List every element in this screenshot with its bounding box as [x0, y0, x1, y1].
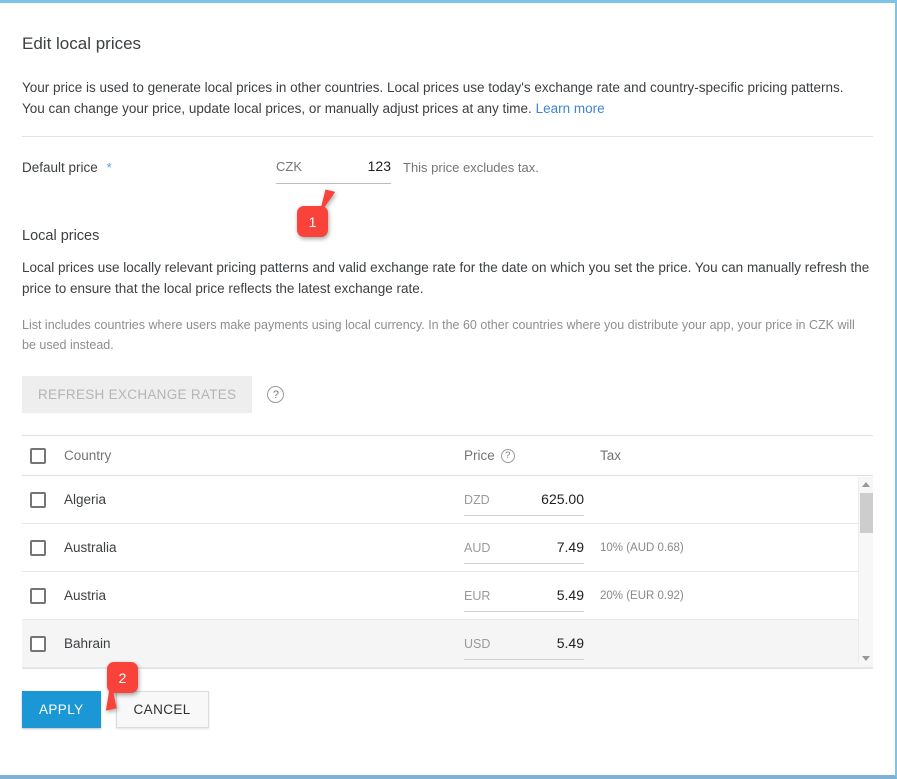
default-price-field[interactable]: CZK	[276, 158, 391, 184]
row-country: Bahrain	[64, 636, 464, 651]
annotation-marker-2-tail	[88, 681, 116, 713]
apply-button[interactable]: APPLY	[22, 691, 101, 728]
divider	[22, 136, 873, 137]
table-row[interactable]: Bahrain USD	[22, 620, 873, 668]
default-price-currency: CZK	[276, 159, 302, 174]
column-header-country: Country	[64, 448, 464, 463]
column-header-price: Price ?	[464, 448, 584, 463]
local-prices-table: Country Price ? Tax Algeria DZD Australi…	[22, 435, 873, 668]
close-icon[interactable]: close-icon	[859, 12, 885, 38]
default-price-tax-note: This price excludes tax.	[403, 160, 539, 175]
row-price-currency: AUD	[464, 541, 490, 555]
row-price-field[interactable]: DZD	[464, 491, 584, 516]
row-country: Algeria	[64, 492, 464, 507]
page-title: Edit local prices	[0, 3, 895, 54]
refresh-exchange-rates-row: REFRESH EXCHANGE RATES ?	[22, 376, 873, 413]
edit-local-prices-dialog: close-icon Edit local prices Your price …	[0, 0, 897, 779]
row-country: Australia	[64, 540, 464, 555]
row-price-field[interactable]: AUD	[464, 539, 584, 564]
row-tax: 10% (AUD 0.68)	[584, 542, 873, 554]
table-row[interactable]: Austria EUR 20% (EUR 0.92)	[22, 572, 873, 620]
row-price-input[interactable]	[514, 587, 584, 603]
row-price-input[interactable]	[514, 491, 584, 507]
annotation-marker-2: 2	[107, 662, 138, 693]
local-prices-note: List includes countries where users make…	[22, 315, 872, 355]
default-price-input[interactable]	[331, 158, 391, 174]
dialog-description: Your price is used to generate local pri…	[22, 77, 867, 119]
table-scrollbar[interactable]	[858, 477, 873, 665]
local-prices-description: Local prices use locally relevant pricin…	[22, 257, 872, 299]
row-checkbox[interactable]	[30, 588, 46, 604]
row-price-currency: DZD	[464, 493, 490, 507]
table-row[interactable]: Algeria DZD	[22, 476, 873, 524]
dialog-description-text: Your price is used to generate local pri…	[22, 80, 844, 116]
local-prices-heading: Local prices	[22, 228, 873, 244]
default-price-label-text: Default price	[22, 160, 98, 175]
chevron-down-icon[interactable]	[859, 651, 873, 665]
refresh-exchange-rates-button[interactable]: REFRESH EXCHANGE RATES	[22, 376, 252, 413]
table-header-row: Country Price ? Tax	[22, 436, 873, 476]
column-header-price-label: Price	[464, 448, 495, 463]
row-checkbox[interactable]	[30, 636, 46, 652]
chevron-up-icon[interactable]	[859, 477, 873, 491]
row-price-field[interactable]: USD	[464, 635, 584, 660]
row-price-input[interactable]	[514, 539, 584, 555]
cancel-button[interactable]: CANCEL	[116, 691, 209, 728]
column-header-tax: Tax	[584, 448, 873, 463]
required-asterisk: *	[107, 160, 112, 175]
default-price-row: Default price * CZK This price excludes …	[0, 160, 895, 228]
scrollbar-thumb[interactable]	[860, 493, 873, 533]
learn-more-link[interactable]: Learn more	[536, 101, 605, 116]
row-price-currency: USD	[464, 637, 490, 651]
row-price-currency: EUR	[464, 589, 490, 603]
annotation-marker-1: 1	[297, 206, 328, 237]
row-checkbox[interactable]	[30, 540, 46, 556]
default-price-label: Default price *	[22, 160, 112, 175]
row-tax: 20% (EUR 0.92)	[584, 590, 873, 602]
row-country: Austria	[64, 588, 464, 603]
annotation-marker-2-label: 2	[119, 670, 127, 686]
row-checkbox[interactable]	[30, 492, 46, 508]
table-row[interactable]: Australia AUD 10% (AUD 0.68)	[22, 524, 873, 572]
row-price-field[interactable]: EUR	[464, 587, 584, 612]
row-price-input[interactable]	[514, 635, 584, 651]
help-circle-icon[interactable]: ?	[267, 386, 284, 403]
select-all-checkbox[interactable]	[30, 448, 46, 464]
annotation-marker-1-label: 1	[309, 214, 317, 230]
price-help-circle-icon[interactable]: ?	[501, 449, 515, 463]
